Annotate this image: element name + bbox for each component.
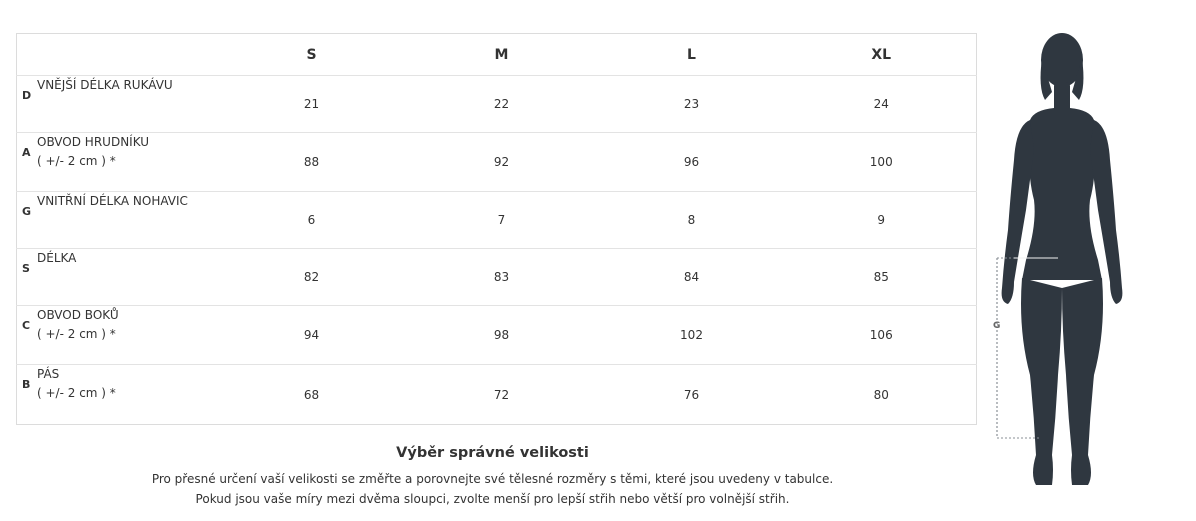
value-cell: 88 bbox=[216, 132, 407, 192]
measurement-tolerance: ( +/- 2 cm ) * bbox=[37, 386, 116, 400]
table-row: G VNITŘNÍ DÉLKA NOHAVIC 6 7 8 9 bbox=[16, 191, 977, 249]
size-header-xl: XL bbox=[871, 46, 892, 63]
value-cell: 8 bbox=[596, 191, 787, 249]
value-cell: 98 bbox=[406, 305, 597, 365]
measurement-label: C OBVOD BOKŮ ( +/- 2 cm ) * bbox=[16, 305, 217, 365]
size-header-row: S M L XL bbox=[17, 34, 977, 76]
measurement-name: OBVOD HRUDNÍKU bbox=[37, 135, 150, 149]
measurement-label: G VNITŘNÍ DÉLKA NOHAVIC bbox=[16, 191, 217, 249]
measure-label: G bbox=[993, 321, 1000, 331]
measurement-code: B bbox=[22, 378, 31, 391]
size-header-s: S bbox=[306, 46, 317, 63]
value-cell: 24 bbox=[786, 75, 977, 133]
value-cell: 68 bbox=[216, 364, 407, 425]
value-cell: 22 bbox=[406, 75, 597, 133]
info-title: Výběr správné velikosti bbox=[396, 445, 589, 461]
value-cell: 23 bbox=[596, 75, 787, 133]
measurement-label: D VNĚJŠÍ DÉLKA RUKÁVU bbox=[16, 75, 217, 133]
measurement-tolerance: ( +/- 2 cm ) * bbox=[37, 154, 116, 168]
measurement-tolerance: ( +/- 2 cm ) * bbox=[37, 327, 116, 341]
value-cell: 7 bbox=[406, 191, 597, 249]
value-cell: 84 bbox=[596, 248, 787, 306]
measurement-code: S bbox=[22, 262, 30, 275]
female-silhouette-icon bbox=[1001, 33, 1123, 485]
table-row: S DÉLKA 82 83 84 85 bbox=[16, 248, 977, 306]
measurement-code: G bbox=[22, 205, 32, 218]
size-header-m: M bbox=[494, 46, 509, 63]
size-header-l: L bbox=[687, 46, 696, 63]
value-cell: 96 bbox=[596, 132, 787, 192]
value-cell: 83 bbox=[406, 248, 597, 306]
value-cell: 85 bbox=[786, 248, 977, 306]
size-guide-info: Výběr správné velikosti Pro přesné určen… bbox=[150, 445, 835, 509]
measurement-name: PÁS bbox=[37, 367, 60, 381]
info-line-1: Pro přesné určení vaší velikosti se změř… bbox=[151, 472, 834, 486]
value-cell: 102 bbox=[596, 305, 787, 365]
measurement-code: C bbox=[22, 319, 31, 332]
body-silhouette-figure: G bbox=[993, 33, 1123, 485]
measurement-label: A OBVOD HRUDNÍKU ( +/- 2 cm ) * bbox=[16, 132, 217, 192]
value-cell: 21 bbox=[216, 75, 407, 133]
measurement-name: OBVOD BOKŮ bbox=[37, 308, 119, 322]
value-cell: 92 bbox=[406, 132, 597, 192]
value-cell: 6 bbox=[216, 191, 407, 249]
measurement-label: B PÁS ( +/- 2 cm ) * bbox=[16, 364, 217, 425]
value-cell: 100 bbox=[786, 132, 977, 192]
table-row: D VNĚJŠÍ DÉLKA RUKÁVU 21 22 23 24 bbox=[16, 75, 977, 133]
measurement-name: VNITŘNÍ DÉLKA NOHAVIC bbox=[37, 194, 188, 208]
info-line-2: Pokud jsou vaše míry mezi dvěma sloupci,… bbox=[195, 491, 790, 506]
table-row: A OBVOD HRUDNÍKU ( +/- 2 cm ) * 88 92 96… bbox=[16, 132, 977, 192]
table-row: B PÁS ( +/- 2 cm ) * 68 72 76 80 bbox=[16, 364, 977, 425]
value-cell: 94 bbox=[216, 305, 407, 365]
value-cell: 9 bbox=[786, 191, 977, 249]
table-row: C OBVOD BOKŮ ( +/- 2 cm ) * 94 98 102 10… bbox=[16, 305, 977, 365]
value-cell: 82 bbox=[216, 248, 407, 306]
measurement-name: DÉLKA bbox=[37, 251, 77, 265]
value-cell: 76 bbox=[596, 364, 787, 425]
size-chart-table: S M L XL D VNĚJŠÍ DÉLKA RUKÁVU 21 22 23 … bbox=[16, 33, 977, 425]
measurement-name: VNĚJŠÍ DÉLKA RUKÁVU bbox=[37, 78, 173, 92]
measurement-label: S DÉLKA bbox=[16, 248, 217, 306]
value-cell: 72 bbox=[406, 364, 597, 425]
value-cell: 106 bbox=[786, 305, 977, 365]
measurement-code: A bbox=[22, 146, 31, 159]
header-empty-cell bbox=[17, 34, 217, 76]
value-cell: 80 bbox=[786, 364, 977, 425]
measurement-code: D bbox=[22, 89, 32, 102]
